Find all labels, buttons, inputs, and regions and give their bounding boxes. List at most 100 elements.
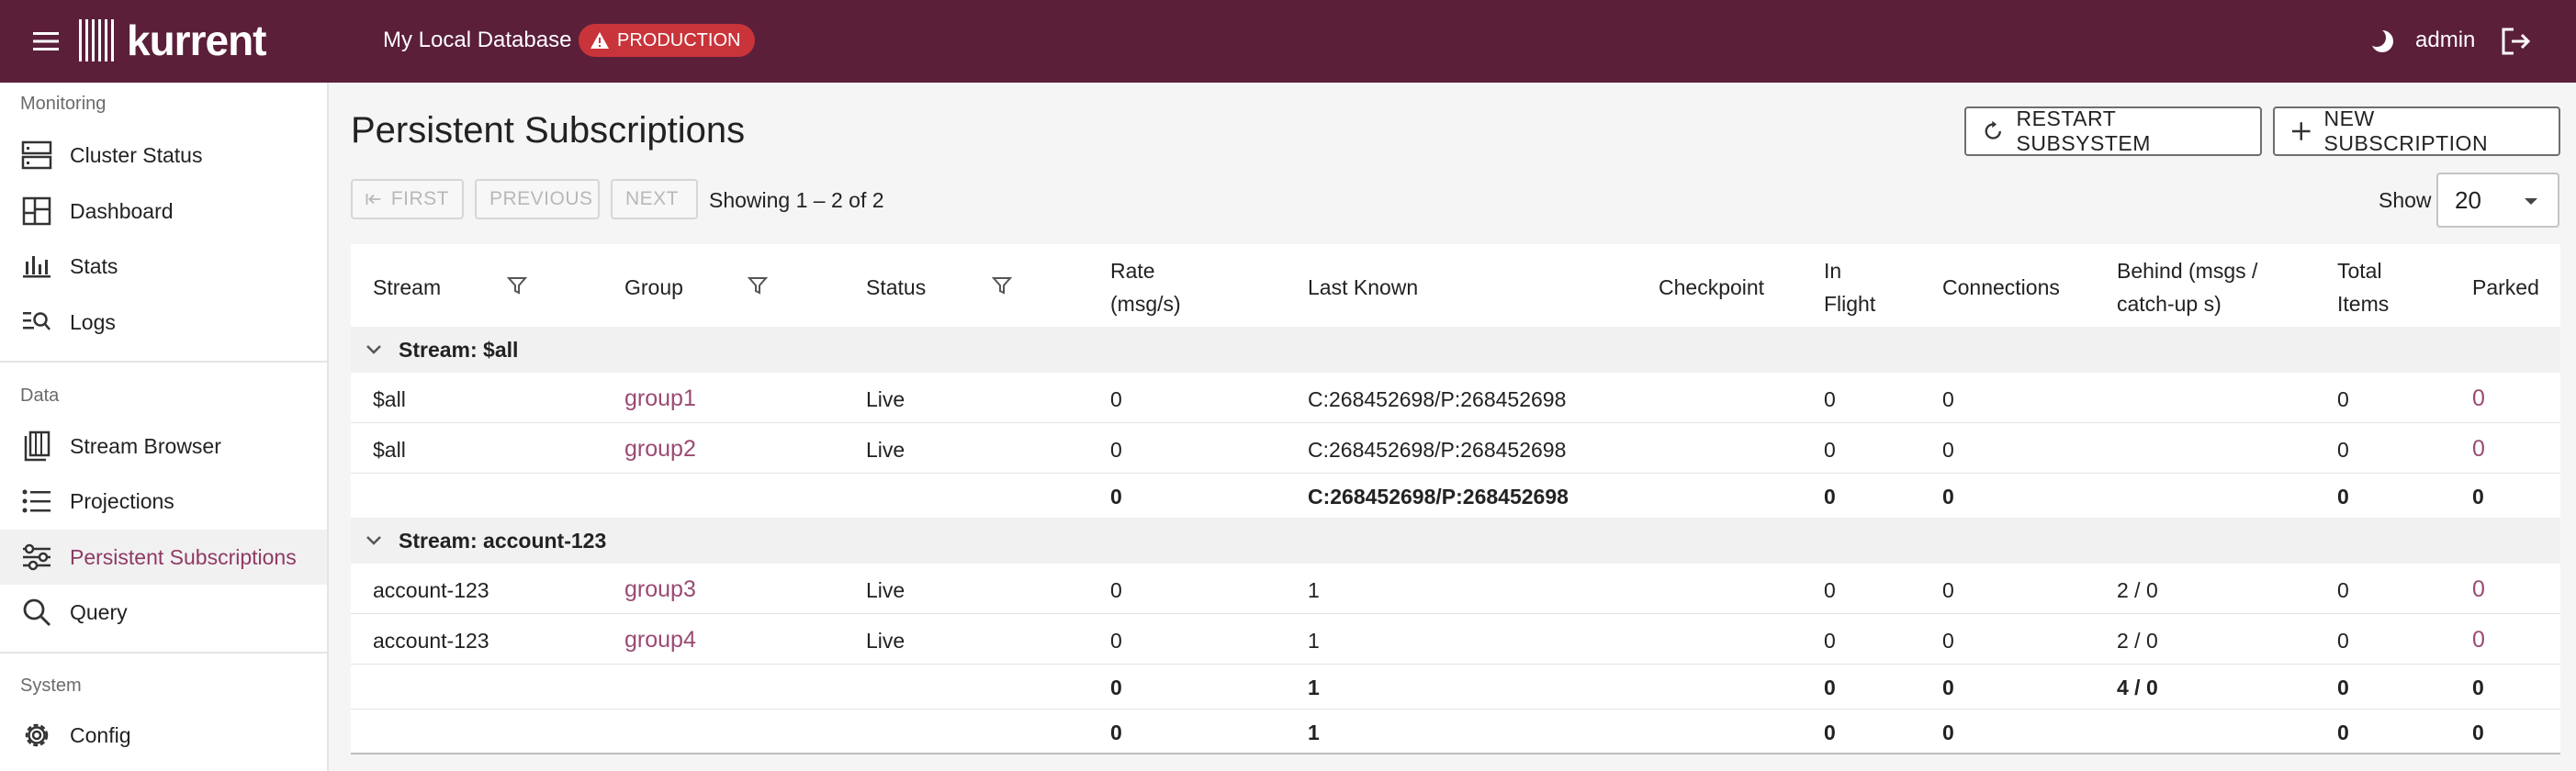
group-title: Stream: account-123 [399, 529, 607, 553]
cell-status: Live [866, 629, 906, 653]
column-header-rate-line1: Rate [1110, 259, 1155, 283]
theme-toggle-button[interactable] [2362, 21, 2402, 61]
grand-total-parked: 0 [2472, 721, 2484, 744]
group-link[interactable]: group2 [624, 436, 696, 463]
chevron-down-icon[interactable] [364, 340, 384, 360]
cell-in-flight: 0 [1824, 629, 1836, 653]
group-row-account-123[interactable]: Stream: account-123 [351, 518, 2560, 564]
cell-in-flight: 0 [1824, 438, 1836, 462]
status-filter-icon[interactable] [991, 274, 1013, 296]
bar-chart-icon [20, 250, 53, 283]
sidebar-divider [0, 652, 329, 654]
server-icon [20, 139, 53, 172]
cell-in-flight: 0 [1824, 578, 1836, 602]
user-name[interactable]: admin [2415, 28, 2475, 53]
row-divider [351, 613, 2560, 614]
parked-link[interactable]: 0 [2472, 386, 2485, 412]
database-name: My Local Database [383, 28, 572, 52]
column-header-behind[interactable]: Behind (msgs / catch-up s) [2117, 254, 2257, 320]
logo-text: kurrent [127, 17, 266, 64]
total-connections: 0 [1942, 676, 1954, 699]
search-icon [20, 596, 53, 629]
cell-stream: account-123 [373, 629, 489, 653]
sidebar-section-system: System [20, 676, 82, 696]
page-size-select[interactable]: 20 [2436, 173, 2559, 228]
sidebar-item-projections[interactable]: Projections [0, 474, 327, 529]
sidebar-item-config[interactable]: Config [0, 708, 327, 763]
warning-icon [591, 32, 609, 49]
parked-link[interactable]: 0 [2472, 627, 2485, 654]
cell-rate: 0 [1110, 387, 1122, 411]
grand-total-in-flight: 0 [1824, 721, 1836, 744]
app-header: kurrent My Local Database PRODUCTION adm… [0, 0, 2576, 83]
column-header-last-known[interactable]: Last Known [1308, 271, 1418, 304]
cell-connections: 0 [1942, 438, 1954, 462]
sidebar-item-persistent-subscriptions[interactable]: Persistent Subscriptions [0, 530, 327, 585]
column-header-rate-line2: (msg/s) [1110, 292, 1181, 316]
total-connections: 0 [1942, 485, 1954, 508]
column-header-behind-line1: Behind (msgs / [2117, 259, 2258, 283]
app-logo[interactable]: kurrent [79, 17, 266, 64]
group-filter-icon[interactable] [747, 274, 769, 296]
group-row-all[interactable]: Stream: $all [351, 327, 2560, 373]
cell-stream: $all [373, 387, 406, 411]
stream-browser-icon [20, 430, 53, 463]
total-items: 0 [2337, 676, 2349, 699]
sidebar-item-label: Logs [70, 309, 116, 334]
sidebar-item-cluster-status[interactable]: Cluster Status [0, 128, 327, 183]
environment-badge: PRODUCTION [579, 24, 756, 57]
page-title: Persistent Subscriptions [351, 110, 746, 151]
column-header-total-items-line2: Items [2337, 292, 2390, 316]
sidebar-item-logs[interactable]: Logs [0, 295, 327, 350]
column-header-parked[interactable]: Parked [2472, 271, 2539, 304]
row-divider [351, 473, 2560, 474]
menu-button[interactable] [28, 23, 64, 60]
column-header-in-flight-line2: Flight [1824, 292, 1876, 316]
previous-page-button[interactable]: PREVIOUS [475, 179, 600, 219]
group-title: Stream: $all [399, 338, 519, 362]
column-header-in-flight[interactable]: In Flight [1824, 254, 1875, 320]
sidebar-item-stream-browser[interactable]: Stream Browser [0, 419, 327, 474]
grand-total-items: 0 [2337, 721, 2349, 744]
column-header-checkpoint[interactable]: Checkpoint [1659, 271, 1764, 304]
dashboard-icon [20, 195, 53, 228]
column-header-connections[interactable]: Connections [1942, 271, 2060, 304]
new-subscription-button[interactable]: NEW SUBSCRIPTION [2273, 106, 2560, 156]
group-link[interactable]: group4 [624, 627, 696, 654]
column-header-rate[interactable]: Rate (msg/s) [1110, 254, 1181, 320]
stream-filter-icon[interactable] [506, 274, 528, 296]
grand-total-connections: 0 [1942, 721, 1954, 744]
first-page-button[interactable]: FIRST [351, 179, 464, 219]
parked-link[interactable]: 0 [2472, 436, 2485, 463]
column-header-stream[interactable]: Stream [373, 271, 441, 304]
sidebar-item-label: Persistent Subscriptions [70, 544, 297, 569]
environment-badge-label: PRODUCTION [617, 29, 741, 50]
logout-button[interactable] [2496, 21, 2537, 61]
group-link[interactable]: group1 [624, 386, 696, 412]
sidebar-section-monitoring: Monitoring [20, 94, 107, 114]
next-page-button[interactable]: NEXT [611, 179, 698, 219]
page-size-value: 20 [2455, 185, 2481, 214]
sidebar-item-query[interactable]: Query [0, 585, 327, 640]
cell-total-items: 0 [2337, 629, 2349, 653]
sidebar-item-dashboard[interactable]: Dashboard [0, 184, 327, 239]
restart-subsystem-button[interactable]: RESTART SUBSYSTEM [1964, 106, 2262, 156]
cell-in-flight: 0 [1824, 387, 1836, 411]
grand-total-rate: 0 [1110, 721, 1122, 744]
previous-page-label: PREVIOUS [489, 188, 593, 209]
log-search-icon [20, 306, 53, 339]
group-link[interactable]: group3 [624, 576, 696, 603]
hamburger-icon [33, 32, 59, 50]
total-behind: 4 / 0 [2117, 676, 2158, 699]
chevron-down-icon[interactable] [364, 531, 384, 551]
sidebar-item-stats[interactable]: Stats [0, 239, 327, 294]
cell-status: Live [866, 438, 906, 462]
column-header-total-items[interactable]: Total Items [2337, 254, 2389, 320]
sidebar-item-label: Config [70, 722, 131, 747]
row-divider [351, 709, 2560, 710]
parked-link[interactable]: 0 [2472, 576, 2485, 603]
logout-icon [2502, 28, 2531, 55]
column-header-group[interactable]: Group [624, 271, 683, 304]
column-header-status[interactable]: Status [866, 271, 926, 304]
sidebar-item-label: Dashboard [70, 198, 174, 223]
